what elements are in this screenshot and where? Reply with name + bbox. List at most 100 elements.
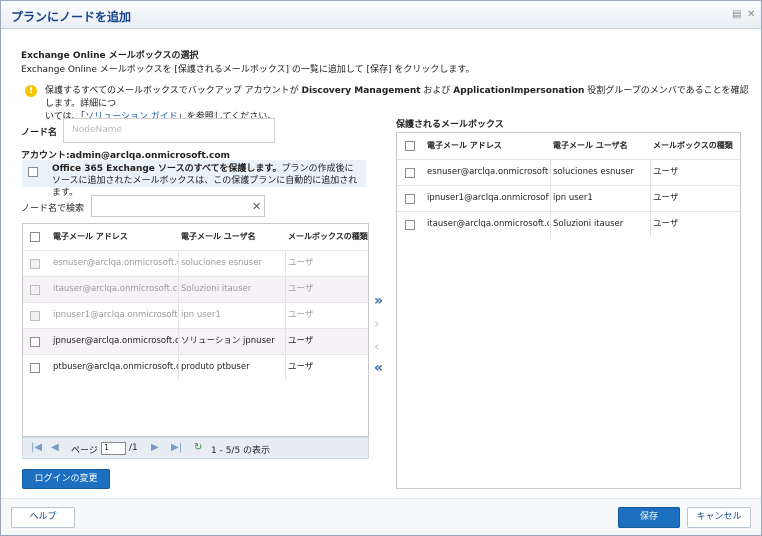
add-node-dialog: プランにノードを追加 ▤ ✕ Exchange Online メールボックスの選… — [0, 0, 762, 536]
column-divider — [285, 329, 286, 354]
cell-user: ipn user1 — [553, 193, 593, 203]
column-divider — [285, 303, 286, 328]
table-row[interactable]: esnuser@arclqa.onmicrosoft.c soluciones e… — [397, 159, 740, 185]
row-checkbox[interactable] — [30, 363, 40, 373]
cell-user: ipn user1 — [181, 310, 221, 320]
cell-user: ソリューション jpnuser — [181, 336, 275, 346]
col-email[interactable]: 電子メール アドレス — [53, 224, 178, 250]
close-icon[interactable]: ✕ — [747, 10, 757, 20]
cell-email: itauser@arclqa.onmicrosoft.co — [53, 284, 178, 294]
column-divider — [178, 355, 179, 380]
page-input[interactable]: 1 — [101, 442, 126, 455]
cell-type: ユーザ — [288, 310, 314, 320]
column-divider — [650, 186, 651, 211]
row-checkbox[interactable] — [30, 285, 40, 295]
row-checkbox[interactable] — [30, 337, 40, 347]
grid-header: 電子メール アドレス 電子メール ユーザ名 メールボックスの種類 — [23, 224, 368, 250]
row-checkbox[interactable] — [30, 259, 40, 269]
column-divider — [178, 251, 179, 276]
last-page-icon[interactable]: ▶| — [171, 442, 182, 453]
table-row[interactable]: ipnuser1@arclqa.onmicrosoft. ipn user1 ユーザ — [23, 302, 368, 328]
node-name-label: ノード名 — [21, 128, 58, 138]
protect-all-option: Office 365 Exchange ソースのすべてを保護します。プランの作成… — [22, 160, 366, 198]
search-input[interactable] — [91, 195, 265, 217]
dialog-title: プランにノードを追加 — [11, 10, 132, 24]
col-username[interactable]: 電子メール ユーザ名 — [181, 224, 285, 250]
warning-icon: ! — [25, 85, 37, 97]
first-page-icon[interactable]: |◀ — [31, 442, 42, 453]
note-text-1: 保護するすべてのメールボックスでバックアップ アカウントが — [45, 86, 302, 96]
column-divider — [285, 251, 286, 276]
table-row[interactable]: itauser@arclqa.onmicrosoft.co Soluzioni i… — [397, 211, 740, 237]
add-all-icon[interactable]: » — [374, 293, 383, 309]
row-checkbox[interactable] — [30, 311, 40, 321]
select-all-checkbox[interactable] — [405, 141, 415, 151]
column-divider — [178, 277, 179, 302]
change-login-button[interactable]: ログインの変更 — [22, 469, 110, 489]
pager-summary: 1 - 5/5 の表示 — [211, 446, 271, 456]
add-selected-icon[interactable]: › — [374, 316, 380, 332]
page-total: /1 — [129, 443, 138, 453]
pager: |◀ ◀ ページ 1 /1 ▶ ▶| ↻ 1 - 5/5 の表示 — [22, 437, 369, 459]
remove-all-icon[interactable]: « — [374, 360, 383, 376]
select-all-checkbox[interactable] — [30, 232, 40, 242]
section-description: Exchange Online メールボックスを [保護されるメールボックス] … — [21, 65, 475, 75]
section-title: Exchange Online メールボックスの選択 — [21, 51, 199, 61]
cell-type: ユーザ — [288, 284, 314, 294]
row-checkbox[interactable] — [405, 220, 415, 230]
column-divider — [550, 160, 551, 185]
col-email[interactable]: 電子メール アドレス — [427, 133, 549, 159]
col-type[interactable]: メールボックスの種類 — [288, 224, 368, 250]
cell-email: esnuser@arclqa.onmicrosoft.c — [427, 167, 549, 177]
cell-type: ユーザ — [653, 167, 679, 177]
cell-type: ユーザ — [288, 336, 314, 346]
next-page-icon[interactable]: ▶ — [151, 442, 159, 453]
cell-type: ユーザ — [653, 219, 679, 229]
page-label: ページ — [71, 446, 98, 456]
title-bar: プランにノードを追加 ▤ ✕ — [1, 1, 761, 29]
row-checkbox[interactable] — [405, 168, 415, 178]
search-label: ノード名で検索 — [21, 204, 85, 214]
refresh-icon[interactable]: ↻ — [194, 442, 202, 453]
role-discovery: Discovery Management — [301, 86, 421, 96]
remove-selected-icon[interactable]: ‹ — [374, 339, 380, 355]
prev-page-icon[interactable]: ◀ — [51, 442, 59, 453]
source-mailbox-grid: 電子メール アドレス 電子メール ユーザ名 メールボックスの種類 esnuser… — [22, 223, 369, 437]
protect-all-bold: Office 365 Exchange ソースのすべてを保護します。 — [52, 164, 282, 174]
cell-user: produto ptbuser — [181, 362, 250, 372]
table-row[interactable]: jpnuser@arclqa.onmicrosoft.c ソリューション jpnu… — [23, 328, 368, 354]
protected-mailbox-grid: 電子メール アドレス 電子メール ユーザ名 メールボックスの種類 esnuser… — [396, 132, 741, 489]
column-divider — [285, 277, 286, 302]
cell-email: ptbuser@arclqa.onmicrosoft.co — [53, 362, 178, 372]
column-divider — [550, 212, 551, 237]
cell-email: ipnuser1@arclqa.onmicrosoft. — [53, 310, 178, 320]
restore-icon[interactable]: ▤ — [732, 10, 742, 20]
help-button[interactable]: ヘルプ — [11, 507, 75, 528]
save-button[interactable]: 保存 — [618, 507, 680, 528]
cell-email: esnuser@arclqa.onmicrosoft.c — [53, 258, 178, 268]
protect-all-checkbox[interactable] — [28, 167, 38, 177]
protected-mailboxes-title: 保護されるメールボックス — [396, 120, 504, 130]
clear-search-icon[interactable]: ✕ — [252, 200, 261, 213]
cell-user: soluciones esnuser — [553, 167, 634, 177]
col-username[interactable]: 電子メール ユーザ名 — [553, 133, 649, 159]
column-divider — [650, 212, 651, 237]
col-type[interactable]: メールボックスの種類 — [653, 133, 740, 159]
column-divider — [285, 355, 286, 380]
table-row[interactable]: esnuser@arclqa.onmicrosoft.c soluciones e… — [23, 250, 368, 276]
row-checkbox[interactable] — [405, 194, 415, 204]
column-divider — [650, 160, 651, 185]
cancel-button[interactable]: キャンセル — [687, 507, 751, 528]
node-name-input[interactable]: NodeName — [63, 118, 275, 143]
note-text-2: および — [420, 86, 454, 96]
table-row[interactable]: itauser@arclqa.onmicrosoft.co Soluzioni i… — [23, 276, 368, 302]
cell-email: jpnuser@arclqa.onmicrosoft.c — [53, 336, 178, 346]
cell-type: ユーザ — [288, 258, 314, 268]
column-divider — [550, 186, 551, 211]
cell-type: ユーザ — [653, 193, 679, 203]
cell-user: soluciones esnuser — [181, 258, 262, 268]
table-row[interactable]: ptbuser@arclqa.onmicrosoft.co produto ptb… — [23, 354, 368, 380]
table-row[interactable]: ipnuser1@arclqa.onmicrosoft. ipn user1 ユーザ — [397, 185, 740, 211]
column-divider — [178, 329, 179, 354]
grid-header: 電子メール アドレス 電子メール ユーザ名 メールボックスの種類 — [397, 133, 740, 159]
